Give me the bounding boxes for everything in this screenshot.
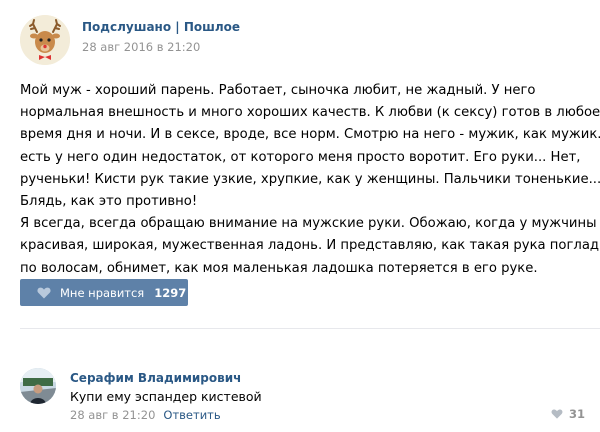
commenter-avatar[interactable]: [20, 368, 56, 404]
post-text-line: рученьки! Кисти рук такие узкие, хрупкие…: [20, 171, 600, 187]
heart-icon: [37, 287, 51, 299]
deer-icon: [20, 15, 70, 65]
post-text-line: нормальная внешность и много хороших кач…: [20, 105, 600, 121]
post-text-line: по волосам, обнимет, как моя маленькая л…: [20, 260, 538, 276]
post-text-line: красивая, широкая, мужественная ладонь. …: [20, 238, 600, 254]
like-button[interactable]: Мне нравится 1297: [20, 279, 188, 306]
post-text-line: время дня и ночи. И в сексе, вроде, все …: [20, 127, 600, 143]
comment-text: Купи ему эспандер кистевой: [70, 389, 262, 404]
comment-date[interactable]: 28 авг в 21:20: [70, 408, 155, 422]
reply-link[interactable]: Ответить: [163, 408, 220, 422]
heart-icon: [551, 409, 563, 419]
comment-meta: 28 авг в 21:20 Ответить: [70, 408, 221, 422]
divider: [20, 328, 600, 329]
post-text: Мой муж - хороший парень. Работает, сыно…: [20, 80, 600, 280]
comment-like-button[interactable]: 31: [551, 407, 585, 421]
like-label: Мне нравится: [60, 285, 145, 300]
comment-like-count: 31: [569, 407, 586, 421]
post-author[interactable]: Подслушано | Пошлое: [82, 20, 240, 34]
post-text-line: Мой муж - хороший парень. Работает, сыно…: [20, 83, 536, 98]
person-photo-icon: [20, 368, 56, 404]
post-text-line: есть у него один недостаток, от которого…: [20, 149, 581, 165]
comment-author[interactable]: Серафим Владимирович: [70, 371, 241, 385]
post-text-line: Я всегда, всегда обращаю внимание на муж…: [20, 216, 597, 232]
post: Подслушано | Пошлое 28 авг 2016 в 21:20 …: [0, 0, 600, 432]
group-avatar[interactable]: [20, 15, 70, 65]
post-date[interactable]: 28 авг 2016 в 21:20: [82, 40, 200, 54]
post-text-line: Блядь, как это противно!: [20, 194, 198, 210]
like-count: 1297: [154, 285, 187, 300]
